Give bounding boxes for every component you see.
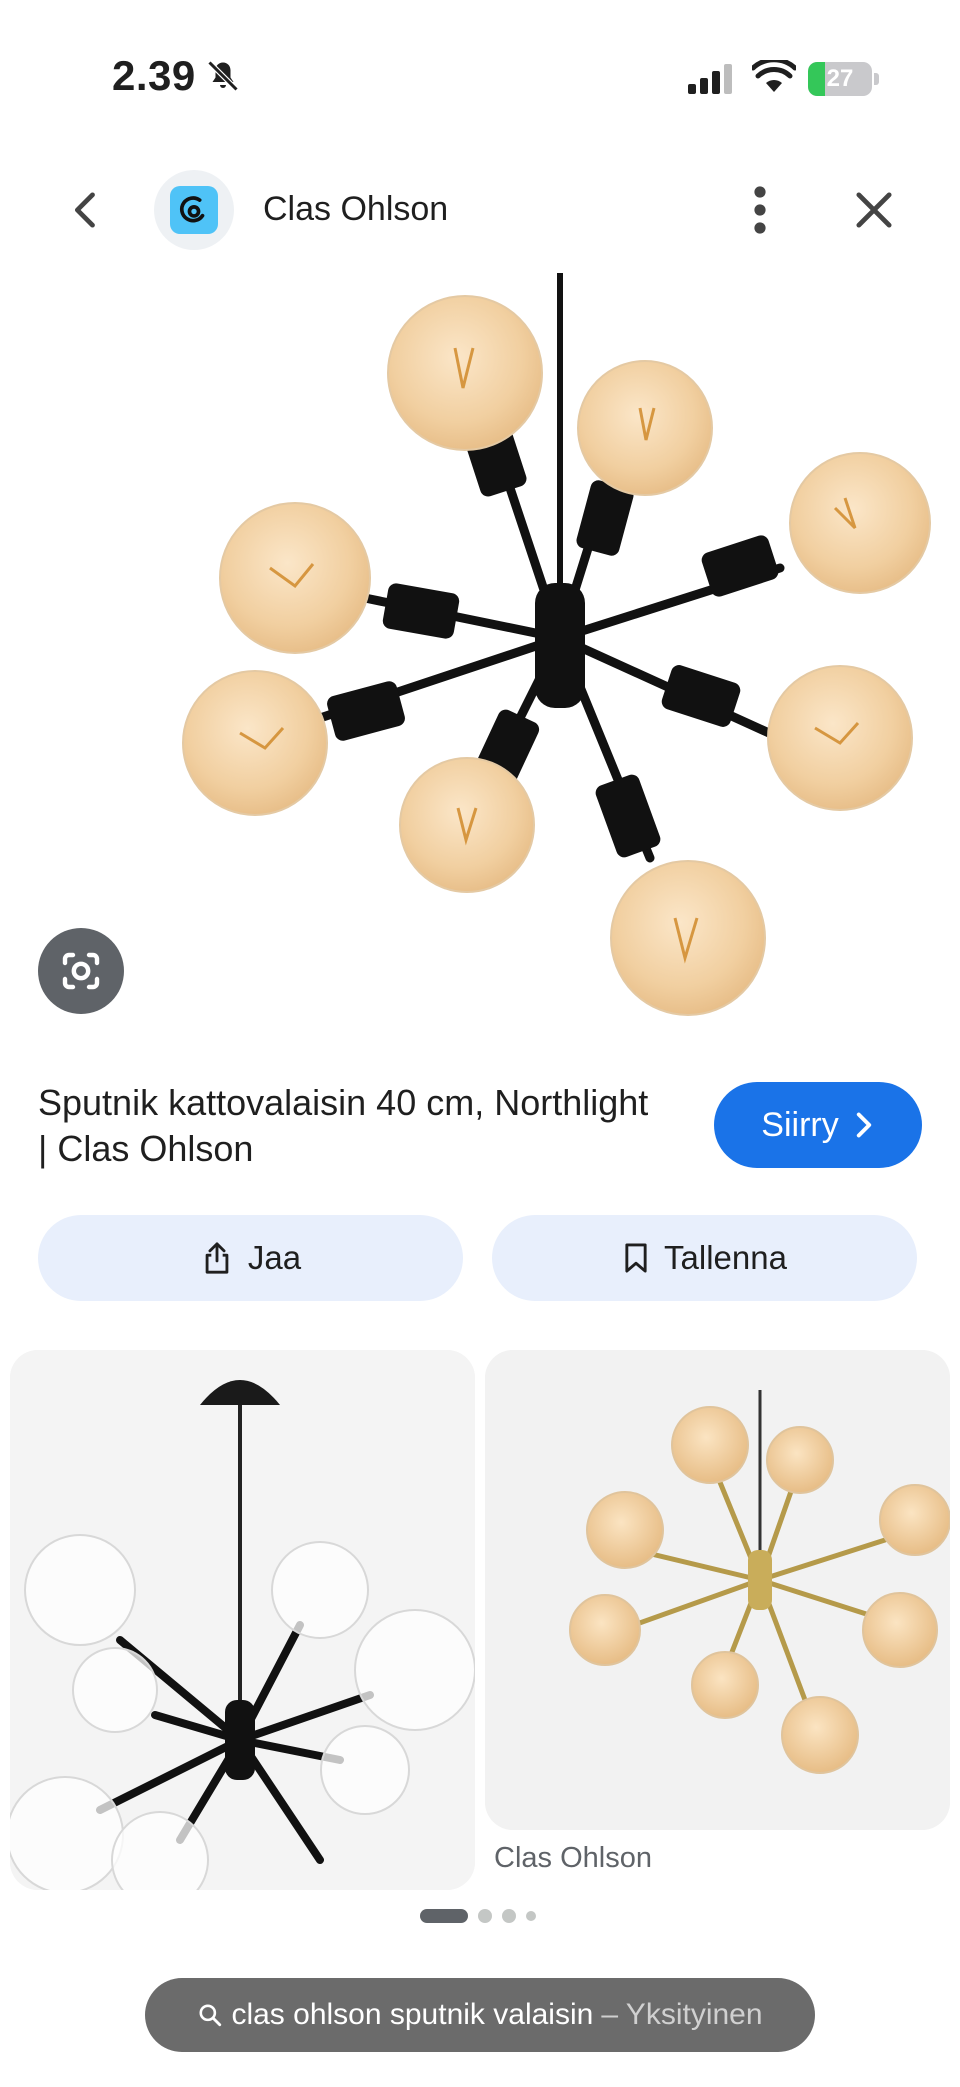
result-title[interactable]: Sputnik kattovalaisin 40 cm, Northlight … xyxy=(38,1080,658,1172)
battery-charging-icon: 27 xyxy=(808,62,879,96)
status-time: 2.39 xyxy=(112,52,196,99)
pager-dot[interactable] xyxy=(526,1911,536,1921)
google-lens-button[interactable] xyxy=(38,928,124,1014)
carousel-pager xyxy=(420,1908,536,1924)
related-image-black-pendant xyxy=(10,1350,475,1890)
viewer-header: Clas Ohlson xyxy=(0,160,960,260)
share-button[interactable]: Jaa xyxy=(38,1215,463,1301)
wifi-icon xyxy=(752,60,796,92)
pager-dot[interactable] xyxy=(478,1909,492,1923)
share-label: Jaa xyxy=(247,1239,302,1276)
bookmark-icon xyxy=(625,1243,647,1273)
battery-level: 27 xyxy=(826,65,854,92)
pager-dot[interactable] xyxy=(420,1909,468,1923)
lens-icon xyxy=(62,952,100,990)
search-icon xyxy=(199,2004,222,2027)
chevron-right-icon xyxy=(856,1112,871,1138)
related-image-brass-pendant xyxy=(485,1350,950,1830)
related-image-card[interactable] xyxy=(10,1350,475,1890)
related-source-label[interactable]: Clas Ohlson xyxy=(494,1842,652,1875)
visit-label: Siirry xyxy=(761,1105,839,1144)
save-button[interactable]: Tallenna xyxy=(492,1215,917,1301)
back-arrow-icon[interactable] xyxy=(60,184,112,236)
signal-icon xyxy=(688,64,732,94)
site-avatar[interactable] xyxy=(154,170,234,250)
related-image-card[interactable] xyxy=(485,1350,950,1830)
more-vert-icon[interactable] xyxy=(740,182,780,238)
pager-dot[interactable] xyxy=(502,1909,516,1923)
visit-button[interactable]: Siirry xyxy=(714,1082,922,1168)
share-icon xyxy=(205,1242,229,1274)
bell-slash-icon xyxy=(207,60,239,92)
search-query-pill[interactable]: clas ohlson sputnik valaisin – Yksityine… xyxy=(145,1978,815,2052)
site-name[interactable]: Clas Ohlson xyxy=(263,190,448,229)
status-bar: 2.39 27 xyxy=(0,0,960,150)
close-icon[interactable] xyxy=(848,184,900,236)
main-product-image[interactable] xyxy=(0,268,960,1023)
save-label: Tallenna xyxy=(664,1239,787,1276)
site-logo-icon xyxy=(170,186,218,234)
search-mode-text: – Yksityinen xyxy=(601,1998,763,2031)
search-query-text: clas ohlson sputnik valaisin xyxy=(231,1998,594,2031)
